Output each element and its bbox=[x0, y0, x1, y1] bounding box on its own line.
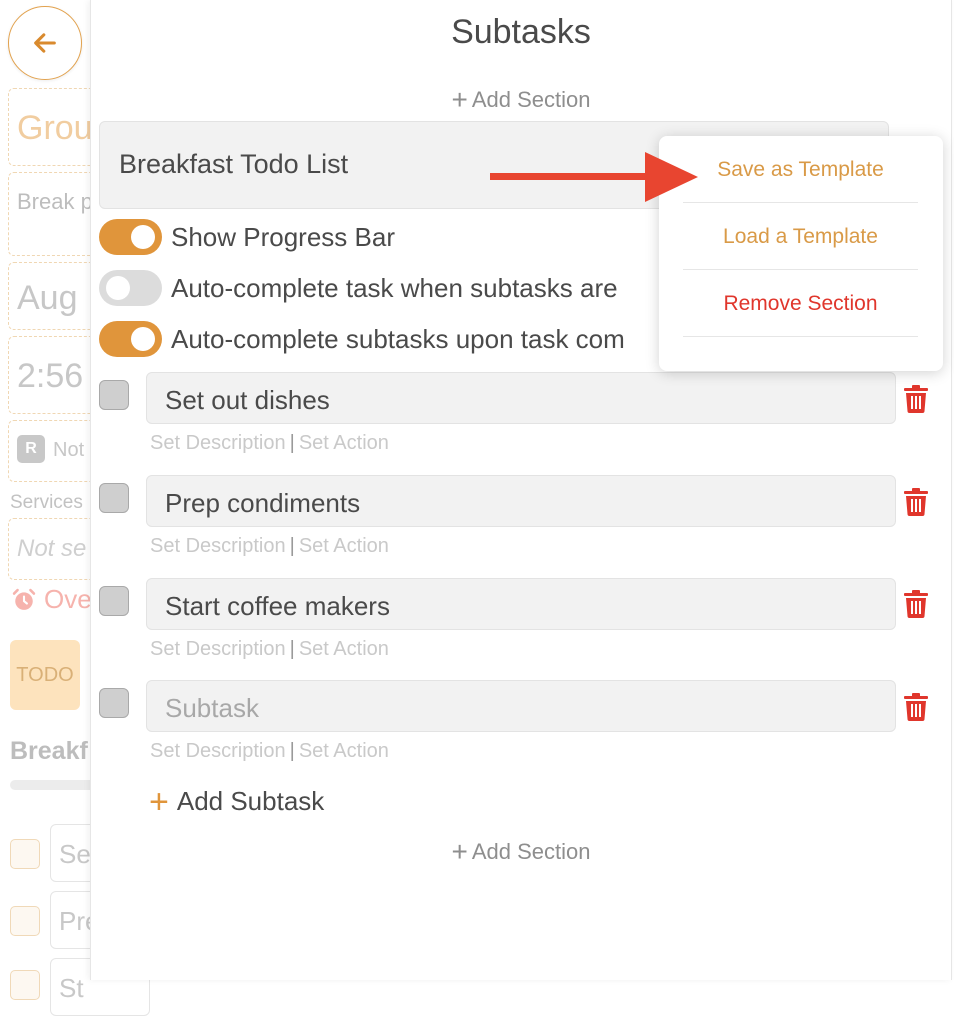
subtask-links: Set Description | Set Action bbox=[150, 638, 389, 661]
show-progress-bar-toggle[interactable] bbox=[99, 219, 162, 255]
toggle-row-auto-complete-subtasks: Auto-complete subtasks upon task com bbox=[99, 321, 625, 357]
toggle-label: Auto-complete task when subtasks are bbox=[171, 272, 618, 303]
subtask-links: Set Description | Set Action bbox=[150, 740, 389, 763]
set-action-link[interactable]: Set Action bbox=[299, 535, 389, 557]
status-chip[interactable]: TODO bbox=[10, 640, 80, 710]
plus-icon: + bbox=[451, 84, 468, 115]
overdue-text: Ove bbox=[44, 584, 92, 614]
back-button[interactable] bbox=[8, 6, 82, 80]
auto-complete-subtasks-toggle[interactable] bbox=[99, 321, 162, 357]
subtask-input[interactable]: Start coffee makers bbox=[146, 578, 896, 630]
arrow-left-icon bbox=[34, 33, 56, 53]
background-checkbox[interactable] bbox=[10, 970, 40, 1000]
alarm-clock-icon bbox=[12, 588, 36, 610]
background-checkbox[interactable] bbox=[10, 839, 40, 869]
trash-icon[interactable] bbox=[903, 488, 929, 516]
link-separator: | bbox=[289, 432, 295, 454]
link-separator: | bbox=[289, 638, 295, 660]
set-action-link[interactable]: Set Action bbox=[299, 740, 389, 762]
link-separator: | bbox=[289, 535, 295, 557]
toggle-label: Auto-complete subtasks upon task com bbox=[171, 323, 625, 354]
subtask-input[interactable]: Prep condiments bbox=[146, 475, 896, 527]
toggle-label: Show Progress Bar bbox=[171, 221, 395, 252]
recurrence-badge: R bbox=[17, 435, 45, 463]
subtask-links: Set Description | Set Action bbox=[150, 432, 389, 455]
set-action-link[interactable]: Set Action bbox=[299, 432, 389, 454]
load-template-menu-item[interactable]: Load a Template bbox=[683, 203, 918, 270]
trash-icon[interactable] bbox=[903, 385, 929, 413]
note-text: Not bbox=[53, 439, 85, 461]
set-description-link[interactable]: Set Description bbox=[150, 432, 286, 454]
overdue-indicator: Ove bbox=[10, 584, 92, 615]
add-section-label: Add Section bbox=[471, 839, 591, 864]
trash-icon[interactable] bbox=[903, 590, 929, 618]
background-section-title: Breakf bbox=[10, 737, 88, 765]
toggle-row-progress-bar: Show Progress Bar bbox=[99, 219, 395, 255]
annotation-arrow-icon bbox=[490, 152, 698, 202]
background-checkbox[interactable] bbox=[10, 906, 40, 936]
toggle-row-auto-complete-task: Auto-complete task when subtasks are bbox=[99, 270, 618, 306]
add-section-button-bottom[interactable]: + Add Section bbox=[91, 836, 951, 868]
set-description-link[interactable]: Set Description bbox=[150, 740, 286, 762]
set-description-link[interactable]: Set Description bbox=[150, 535, 286, 557]
subtask-checkbox[interactable] bbox=[99, 586, 129, 616]
subtask-links: Set Description | Set Action bbox=[150, 535, 389, 558]
remove-section-menu-item[interactable]: Remove Section bbox=[683, 270, 918, 337]
add-subtask-button[interactable]: + Add Subtask bbox=[149, 782, 325, 821]
trash-icon[interactable] bbox=[903, 693, 929, 721]
set-action-link[interactable]: Set Action bbox=[299, 638, 389, 660]
subtask-input[interactable]: Set out dishes bbox=[146, 372, 896, 424]
add-section-label: Add Section bbox=[471, 87, 591, 112]
add-subtask-label: Add Subtask bbox=[176, 786, 325, 816]
set-description-link[interactable]: Set Description bbox=[150, 638, 286, 660]
subtask-checkbox[interactable] bbox=[99, 380, 129, 410]
section-options-menu: Save as Template Load a Template Remove … bbox=[659, 136, 943, 371]
auto-complete-task-toggle[interactable] bbox=[99, 270, 162, 306]
link-separator: | bbox=[289, 740, 295, 762]
panel-title: Subtasks bbox=[451, 13, 591, 51]
save-as-template-menu-item[interactable]: Save as Template bbox=[683, 136, 918, 203]
plus-icon: + bbox=[451, 836, 468, 867]
subtask-checkbox[interactable] bbox=[99, 483, 129, 513]
section-title: Breakfast Todo List bbox=[119, 149, 349, 179]
plus-icon: + bbox=[149, 782, 169, 821]
add-section-button-top[interactable]: + Add Section bbox=[91, 84, 951, 116]
services-label: Services bbox=[10, 492, 83, 513]
new-subtask-input[interactable]: Subtask bbox=[146, 680, 896, 732]
subtask-checkbox[interactable] bbox=[99, 688, 129, 718]
